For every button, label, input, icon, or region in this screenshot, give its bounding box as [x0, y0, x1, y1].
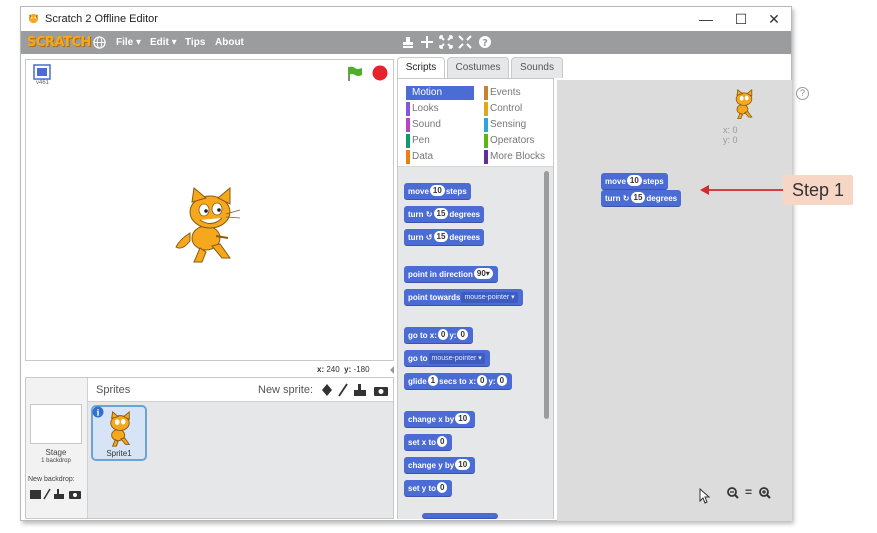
new-sprite-tools[interactable]: [320, 383, 392, 397]
block-change-x[interactable]: change x by 10: [404, 411, 476, 428]
rotate-ccw-icon: ↺: [425, 233, 433, 242]
collapse-arrow-icon[interactable]: [388, 365, 396, 375]
block-go-to[interactable]: go to mouse-pointer ▾: [404, 350, 490, 367]
sprite-position-readout: x: 0 y: 0: [723, 125, 738, 145]
block-go-to-xy[interactable]: go to x: 0 y: 0: [404, 327, 473, 344]
sprite1-thumbnail[interactable]: i Sprite1: [91, 405, 147, 461]
help-icon[interactable]: ?: [796, 87, 809, 100]
block-move-steps[interactable]: move 10 steps: [404, 183, 471, 200]
category-looks[interactable]: Looks: [406, 102, 439, 116]
current-sprite-cat-icon: [735, 89, 753, 120]
palette-scrollbar[interactable]: [544, 171, 549, 419]
block-set-x[interactable]: set x to 0: [404, 434, 453, 451]
minimize-button[interactable]: —: [691, 9, 721, 29]
scratch-cat-icon: [28, 13, 39, 24]
annotation-arrow: [700, 185, 786, 195]
category-events[interactable]: Events: [484, 86, 521, 100]
stage-label: Stage: [45, 448, 67, 457]
script-block-turn[interactable]: turn ↻ 15 degrees: [601, 190, 682, 207]
upload-sprite-icon: [354, 384, 366, 396]
scratch-logo[interactable]: SCRATCH: [27, 35, 91, 50]
duplicate-stamp-icon[interactable]: [401, 35, 415, 49]
green-flag-icon[interactable]: [346, 65, 363, 82]
category-sensing[interactable]: Sensing: [484, 118, 526, 132]
menu-file[interactable]: File ▾: [116, 37, 141, 48]
script-block-move[interactable]: move 10 steps: [601, 173, 668, 190]
sprite1-cat-icon: [110, 411, 131, 447]
new-backdrop-label: New backdrop:: [28, 476, 75, 483]
blocks-list: move 10 steps turn ↻ 15 degrees turn ↺ 15 degr…: [398, 167, 553, 519]
menu-tips[interactable]: Tips: [185, 37, 205, 48]
presentation-mode-icon[interactable]: [33, 64, 51, 80]
category-grid: Motion Events Looks Control Sound Sensin…: [398, 79, 553, 167]
block-glide[interactable]: glide 1 secs to x: 0 y: 0: [404, 373, 513, 390]
backdrop-library-icon: [30, 490, 41, 499]
shrink-icon[interactable]: [458, 35, 472, 49]
zoom-in-icon[interactable]: [759, 487, 771, 499]
editor-window: Scratch 2 Offline Editor — ☐ ✕ SCRATCH F…: [20, 6, 809, 521]
scripts-area[interactable]: move 10 steps turn ↻ 15 degrees: [557, 80, 792, 521]
tab-costumes[interactable]: Costumes: [447, 57, 509, 78]
svg-text:i: i: [96, 408, 99, 418]
tab-scripts[interactable]: Scripts: [397, 57, 445, 78]
category-sound[interactable]: Sound: [406, 118, 441, 132]
category-operators[interactable]: Operators: [484, 134, 534, 148]
close-button[interactable]: ✕: [759, 9, 789, 29]
tab-sounds[interactable]: Sounds: [511, 57, 563, 78]
menu-bar: SCRATCH File ▾ Edit ▾ Tips About ?: [21, 31, 791, 54]
category-pen[interactable]: Pen: [406, 134, 430, 148]
sprites-title: Sprites: [96, 384, 131, 396]
block-change-y[interactable]: change y by 10: [404, 457, 476, 474]
stage-column: Stage 1 backdrop New backdrop:: [26, 378, 88, 518]
svg-text:?: ?: [482, 38, 488, 49]
zoom-reset-icon[interactable]: =: [745, 485, 752, 499]
upload-backdrop-icon: [54, 489, 64, 499]
zoom-out-icon[interactable]: [727, 487, 739, 499]
sprite-cat[interactable]: [172, 186, 248, 268]
grow-icon[interactable]: [439, 35, 453, 49]
cut-scissors-icon[interactable]: [420, 35, 434, 49]
new-sprite-label: New sprite:: [258, 384, 314, 396]
block-set-y[interactable]: set y to 0: [404, 480, 453, 497]
category-data[interactable]: Data: [406, 150, 433, 164]
sprite1-name: Sprite1: [106, 449, 132, 458]
mouse-cursor-icon: [699, 488, 711, 504]
stop-sign-icon[interactable]: [372, 65, 388, 81]
paint-backdrop-icon: [43, 488, 51, 500]
rotate-cw-icon: ↻: [622, 194, 630, 203]
mouse-coordinates: x: 240 y: -180: [317, 365, 370, 374]
stage-thumbnail[interactable]: [30, 404, 82, 444]
blocks-palette: Motion Events Looks Control Sound Sensin…: [397, 78, 554, 519]
category-control[interactable]: Control: [484, 102, 522, 116]
category-motion[interactable]: Motion: [406, 86, 474, 100]
category-more-blocks[interactable]: More Blocks: [484, 150, 545, 164]
help-block-icon[interactable]: ?: [478, 35, 492, 49]
backdrop-count: 1 backdrop: [41, 458, 71, 464]
menu-edit[interactable]: Edit ▾: [150, 37, 177, 48]
sprites-header: Sprites New sprite:: [88, 378, 393, 402]
menu-about[interactable]: About: [215, 37, 244, 48]
globe-icon[interactable]: [93, 36, 106, 49]
window-title: Scratch 2 Offline Editor: [45, 13, 158, 25]
block-turn-right[interactable]: turn ↻ 15 degrees: [404, 206, 485, 223]
sprites-panel: Stage 1 backdrop New backdrop: Sprites N…: [25, 377, 394, 519]
version-label: v461: [36, 80, 50, 86]
zoom-controls: =: [727, 485, 783, 501]
block-partial[interactable]: [422, 513, 498, 519]
rotate-cw-icon: ↻: [425, 210, 433, 219]
sprite-library-icon: [322, 384, 332, 396]
paint-sprite-icon: [338, 383, 348, 397]
step-1-callout: Step 1: [783, 175, 853, 205]
new-backdrop-tools[interactable]: [29, 488, 85, 500]
maximize-button[interactable]: ☐: [726, 9, 756, 29]
stage[interactable]: v461: [25, 59, 394, 361]
block-turn-left[interactable]: turn ↺ 15 degrees: [404, 229, 485, 246]
title-bar: Scratch 2 Offline Editor — ☐ ✕: [21, 7, 791, 31]
block-point-direction[interactable]: point in direction 90▾: [404, 266, 498, 283]
block-point-towards[interactable]: point towards mouse-pointer ▾: [404, 289, 523, 306]
